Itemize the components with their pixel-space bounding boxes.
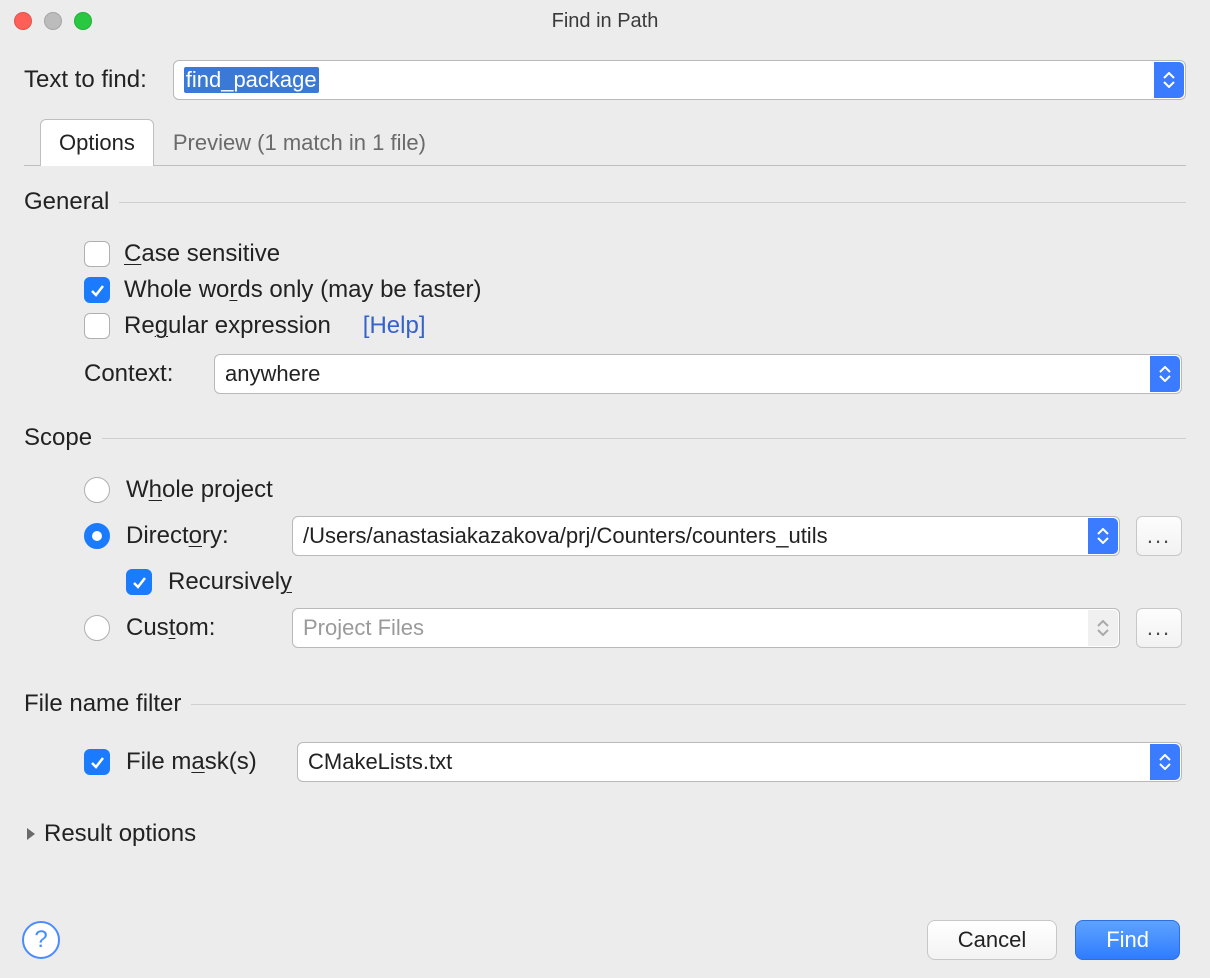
divider (119, 202, 1186, 203)
file-mask-value: CMakeLists.txt (308, 749, 452, 775)
directory-path-select[interactable]: /Users/anastasiakazakova/prj/Counters/co… (292, 516, 1120, 556)
whole-words-label: Whole words only (may be faster) (124, 276, 481, 304)
cancel-button[interactable]: Cancel (927, 920, 1057, 960)
scope-whole-project-radio[interactable] (84, 477, 110, 503)
tab-preview[interactable]: Preview (1 match in 1 file) (154, 119, 445, 166)
directory-path-value: /Users/anastasiakazakova/prj/Counters/co… (303, 523, 828, 549)
tab-bar: Options Preview (1 match in 1 file) (24, 118, 1186, 166)
section-file-filter-label: File name filter (24, 690, 181, 718)
regex-checkbox[interactable] (84, 313, 110, 339)
directory-history-stepper[interactable] (1088, 518, 1118, 554)
custom-scope-stepper-icon (1088, 610, 1118, 646)
text-to-find-input[interactable]: find_package (173, 60, 1186, 100)
context-stepper-icon[interactable] (1150, 356, 1180, 392)
scope-directory-label: Directory: (126, 522, 276, 550)
recursively-checkbox[interactable] (126, 569, 152, 595)
custom-scope-select[interactable]: Project Files (292, 608, 1120, 648)
regex-help-link[interactable]: [Help] (363, 312, 426, 340)
context-value: anywhere (225, 361, 320, 387)
result-options-disclosure[interactable]: Result options (24, 820, 1186, 848)
custom-scope-value: Project Files (303, 615, 424, 641)
section-general-label: General (24, 188, 109, 216)
window-title: Find in Path (0, 10, 1210, 33)
triangle-right-icon (24, 827, 38, 841)
file-mask-checkbox[interactable] (84, 749, 110, 775)
divider (102, 438, 1186, 439)
file-mask-stepper-icon[interactable] (1150, 744, 1180, 780)
case-sensitive-label: Case sensitive (124, 240, 280, 268)
scope-custom-label: Custom: (126, 614, 276, 642)
tab-options[interactable]: Options (40, 119, 154, 166)
help-button[interactable]: ? (22, 921, 60, 959)
file-mask-label: File mask(s) (126, 748, 281, 776)
section-scope-label: Scope (24, 424, 92, 452)
section-general: General (24, 188, 1186, 216)
text-to-find-value: find_package (184, 67, 319, 93)
regex-label: Regular expression (124, 312, 331, 340)
find-button[interactable]: Find (1075, 920, 1180, 960)
section-file-filter: File name filter (24, 690, 1186, 718)
text-to-find-history-stepper[interactable] (1154, 62, 1184, 98)
text-to-find-label: Text to find: (24, 66, 147, 94)
context-select[interactable]: anywhere (214, 354, 1182, 394)
case-sensitive-checkbox[interactable] (84, 241, 110, 267)
scope-custom-radio[interactable] (84, 615, 110, 641)
divider (191, 704, 1186, 705)
section-scope: Scope (24, 424, 1186, 452)
directory-browse-button[interactable]: ... (1136, 516, 1182, 556)
scope-whole-project-label: Whole project (126, 476, 273, 504)
context-label: Context: (84, 360, 192, 388)
result-options-label: Result options (44, 820, 196, 848)
file-mask-select[interactable]: CMakeLists.txt (297, 742, 1182, 782)
bottom-bar: ? Cancel Find (0, 902, 1210, 978)
titlebar: Find in Path (0, 0, 1210, 42)
custom-scope-browse-button[interactable]: ... (1136, 608, 1182, 648)
whole-words-checkbox[interactable] (84, 277, 110, 303)
scope-directory-radio[interactable] (84, 523, 110, 549)
recursively-label: Recursively (168, 568, 292, 596)
